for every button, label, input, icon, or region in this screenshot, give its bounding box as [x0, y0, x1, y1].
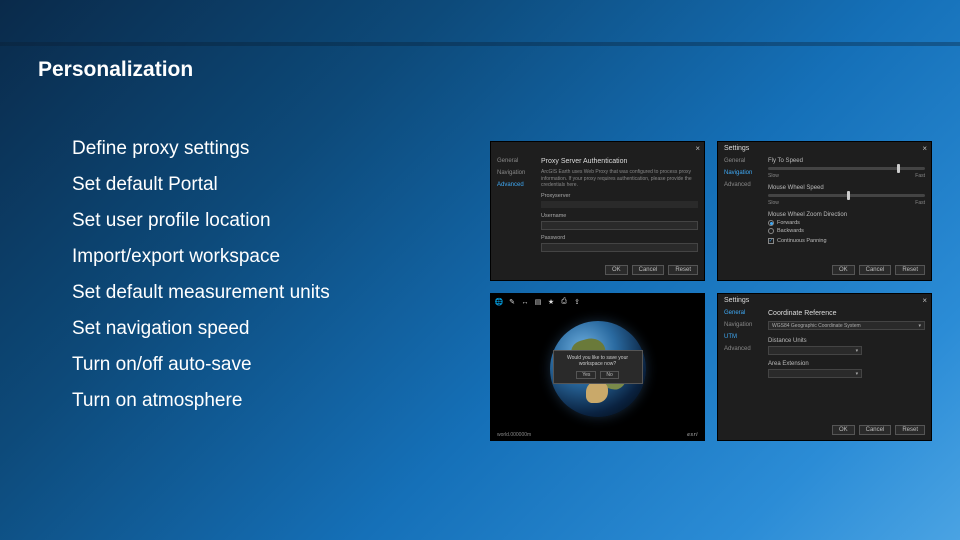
- nav-advanced[interactable]: Advanced: [724, 182, 752, 188]
- fast-label: Fast: [915, 200, 925, 206]
- screenshot-navigation-settings: Settings × General Navigation Advanced F…: [717, 141, 932, 281]
- cancel-button[interactable]: Cancel: [859, 265, 892, 275]
- panel-title: Settings: [724, 145, 749, 152]
- reset-button[interactable]: Reset: [895, 425, 925, 435]
- settings-nav: General Navigation UTM Advanced: [724, 310, 752, 352]
- distance-select[interactable]: ▾: [768, 346, 862, 355]
- viewer-toolbar: 🌐 ✎ ↔ ▤ ★ ⎙ ⇪: [495, 298, 581, 306]
- nav-advanced[interactable]: Advanced: [724, 346, 752, 352]
- wheel-slider[interactable]: [768, 194, 925, 197]
- top-divider: [0, 42, 960, 46]
- fast-label: Fast: [915, 173, 925, 179]
- radio-forwards[interactable]: Forwards: [768, 220, 925, 226]
- coord-content: Coordinate Reference WGS84 Geographic Co…: [768, 310, 925, 378]
- chevron-down-icon: ▾: [856, 371, 859, 377]
- chevron-down-icon: ▾: [918, 323, 921, 329]
- distance-label: Distance Units: [768, 338, 925, 344]
- check-continuous-panning[interactable]: ✓Continuous Panning: [768, 238, 925, 244]
- dialog-text: Would you like to save your workspace no…: [560, 355, 636, 367]
- area-label: Area Extension: [768, 361, 925, 367]
- layers-icon[interactable]: ▤: [534, 298, 542, 306]
- flyto-label: Fly To Speed: [768, 158, 925, 164]
- cancel-button[interactable]: Cancel: [632, 265, 665, 275]
- password-input[interactable]: [541, 243, 698, 252]
- reset-button[interactable]: Reset: [895, 265, 925, 275]
- screenshot-grid: × General Navigation Advanced Proxy Serv…: [490, 141, 932, 441]
- proxy-content: Proxy Server Authentication ArcGIS Earth…: [541, 158, 698, 257]
- coord-heading: Coordinate Reference: [768, 310, 925, 317]
- no-button[interactable]: No: [600, 371, 618, 379]
- nav-content: Fly To Speed Slow Fast Mouse Wheel Speed…: [768, 158, 925, 246]
- bullet-item: Define proxy settings: [72, 138, 330, 160]
- reset-button[interactable]: Reset: [668, 265, 698, 275]
- bullet-item: Import/export workspace: [72, 246, 330, 268]
- print-icon[interactable]: ⎙: [560, 298, 568, 306]
- bookmark-icon[interactable]: ★: [547, 298, 555, 306]
- username-label: Username: [541, 213, 698, 219]
- settings-nav: General Navigation Advanced: [724, 158, 752, 188]
- nav-general[interactable]: General: [497, 158, 525, 164]
- chevron-down-icon: ▾: [856, 348, 859, 354]
- close-icon[interactable]: ×: [922, 144, 927, 153]
- coord-system-select[interactable]: WGS84 Geographic Coordinate System ▾: [768, 321, 925, 330]
- yes-button[interactable]: Yes: [576, 371, 596, 379]
- slow-label: Slow: [768, 200, 779, 206]
- bullet-item: Turn on/off auto-save: [72, 354, 330, 376]
- pointer-icon[interactable]: ✎: [508, 298, 516, 306]
- bullet-item: Turn on atmosphere: [72, 390, 330, 412]
- settings-nav: General Navigation Advanced: [497, 158, 525, 188]
- screenshot-map-viewer: 🌐 ✎ ↔ ▤ ★ ⎙ ⇪ Would you like to save you…: [490, 293, 705, 441]
- close-icon[interactable]: ×: [695, 144, 700, 153]
- area-select[interactable]: ▾: [768, 369, 862, 378]
- wheel-label: Mouse Wheel Speed: [768, 185, 925, 191]
- zoomdir-label: Mouse Wheel Zoom Direction: [768, 212, 925, 218]
- close-icon[interactable]: ×: [922, 296, 927, 305]
- measure-icon[interactable]: ↔: [521, 298, 529, 306]
- nav-general[interactable]: General: [724, 310, 752, 316]
- bullet-item: Set navigation speed: [72, 318, 330, 340]
- bullet-item: Set default measurement units: [72, 282, 330, 304]
- esri-logo: esri: [687, 432, 698, 438]
- nav-advanced[interactable]: Advanced: [497, 182, 525, 188]
- share-icon[interactable]: ⇪: [573, 298, 581, 306]
- save-workspace-dialog: Would you like to save your workspace no…: [553, 350, 643, 384]
- radio-backwards[interactable]: Backwards: [768, 228, 925, 234]
- proxyserver-label: Proxyserver: [541, 193, 698, 199]
- panel-title: Settings: [724, 297, 749, 304]
- nav-navigation[interactable]: Navigation: [724, 170, 752, 176]
- bullet-item: Set default Portal: [72, 174, 330, 196]
- cancel-button[interactable]: Cancel: [859, 425, 892, 435]
- nav-utm[interactable]: UTM: [724, 334, 752, 340]
- slide-title: Personalization: [38, 58, 193, 82]
- proxy-desc: ArcGIS Earth uses Web Proxy that was con…: [541, 169, 698, 189]
- slow-label: Slow: [768, 173, 779, 179]
- ok-button[interactable]: OK: [832, 265, 855, 275]
- screenshot-coordinate-settings: Settings × General Navigation UTM Advanc…: [717, 293, 932, 441]
- bullet-list: Define proxy settings Set default Portal…: [72, 138, 330, 412]
- screenshot-proxy-settings: × General Navigation Advanced Proxy Serv…: [490, 141, 705, 281]
- nav-navigation[interactable]: Navigation: [497, 170, 525, 176]
- ok-button[interactable]: OK: [832, 425, 855, 435]
- flyto-slider[interactable]: [768, 167, 925, 170]
- select-value: WGS84 Geographic Coordinate System: [772, 323, 861, 329]
- ok-button[interactable]: OK: [605, 265, 628, 275]
- nav-general[interactable]: General: [724, 158, 752, 164]
- password-label: Password: [541, 235, 698, 241]
- username-input[interactable]: [541, 221, 698, 230]
- proxyserver-value: [541, 201, 698, 208]
- globe-icon[interactable]: 🌐: [495, 298, 503, 306]
- bullet-item: Set user profile location: [72, 210, 330, 232]
- proxy-heading: Proxy Server Authentication: [541, 158, 698, 165]
- status-text: world.000000m: [497, 432, 531, 438]
- nav-navigation[interactable]: Navigation: [724, 322, 752, 328]
